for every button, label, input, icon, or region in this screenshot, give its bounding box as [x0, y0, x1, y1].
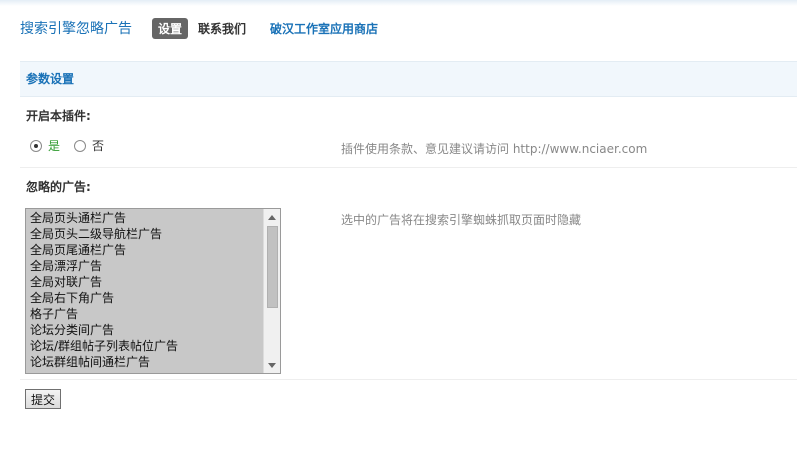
listbox-items: 全局页头通栏广告 全局页头二级导航栏广告 全局页尾通栏广告 全局漂浮广告 全局对… — [26, 210, 264, 370]
enable-plugin-label: 开启本插件: — [26, 109, 91, 123]
tab-settings[interactable]: 设置 — [152, 17, 189, 39]
tab-contact-us[interactable]: 联系我们 — [198, 20, 246, 37]
app-store-link[interactable]: 破汉工作室应用商店 — [270, 20, 378, 37]
list-item[interactable]: 论坛/群组帖子列表帖位广告 — [26, 338, 264, 354]
enable-radio-group: 是 否 — [30, 137, 118, 154]
section-title: 参数设置 — [20, 61, 797, 97]
listbox-scrollbar[interactable] — [263, 209, 280, 373]
radio-no-label[interactable]: 否 — [92, 137, 104, 154]
list-item[interactable]: 全局页尾通栏广告 — [26, 242, 264, 258]
ignored-ads-listbox[interactable]: 全局页头通栏广告 全局页头二级导航栏广告 全局页尾通栏广告 全局漂浮广告 全局对… — [25, 208, 281, 374]
submit-button[interactable]: 提交 — [25, 389, 61, 409]
scroll-up-arrow-icon[interactable] — [264, 209, 280, 225]
list-item[interactable]: 全局对联广告 — [26, 274, 264, 290]
top-strip — [0, 0, 797, 6]
divider — [20, 167, 797, 168]
divider — [20, 379, 797, 380]
ignore-tip: 选中的广告将在搜索引擎蜘蛛抓取页面时隐藏 — [341, 213, 582, 227]
list-item[interactable]: 论坛分类间广告 — [26, 322, 264, 338]
scrollbar-thumb[interactable] — [267, 226, 278, 308]
plugin-title[interactable]: 搜索引擎忽略广告 — [20, 18, 132, 38]
radio-no[interactable] — [74, 139, 87, 152]
list-item[interactable]: 全局页头通栏广告 — [26, 210, 264, 226]
terms-tip: 插件使用条款、意见建议请访问 http://www.nciaer.com — [341, 142, 648, 156]
list-item[interactable]: 全局右下角广告 — [26, 290, 264, 306]
list-item[interactable]: 全局漂浮广告 — [26, 258, 264, 274]
radio-yes-label[interactable]: 是 — [48, 137, 60, 154]
list-item[interactable]: 格子广告 — [26, 306, 264, 322]
radio-yes[interactable] — [30, 139, 42, 152]
ignored-ads-label: 忽略的广告: — [26, 180, 91, 194]
scroll-down-arrow-icon[interactable] — [264, 357, 280, 373]
plugin-header: 搜索引擎忽略广告 设置 联系我们 破汉工作室应用商店 — [20, 17, 392, 39]
list-item[interactable]: 全局页头二级导航栏广告 — [26, 226, 264, 242]
list-item[interactable]: 论坛群组帖间通栏广告 — [26, 354, 264, 370]
